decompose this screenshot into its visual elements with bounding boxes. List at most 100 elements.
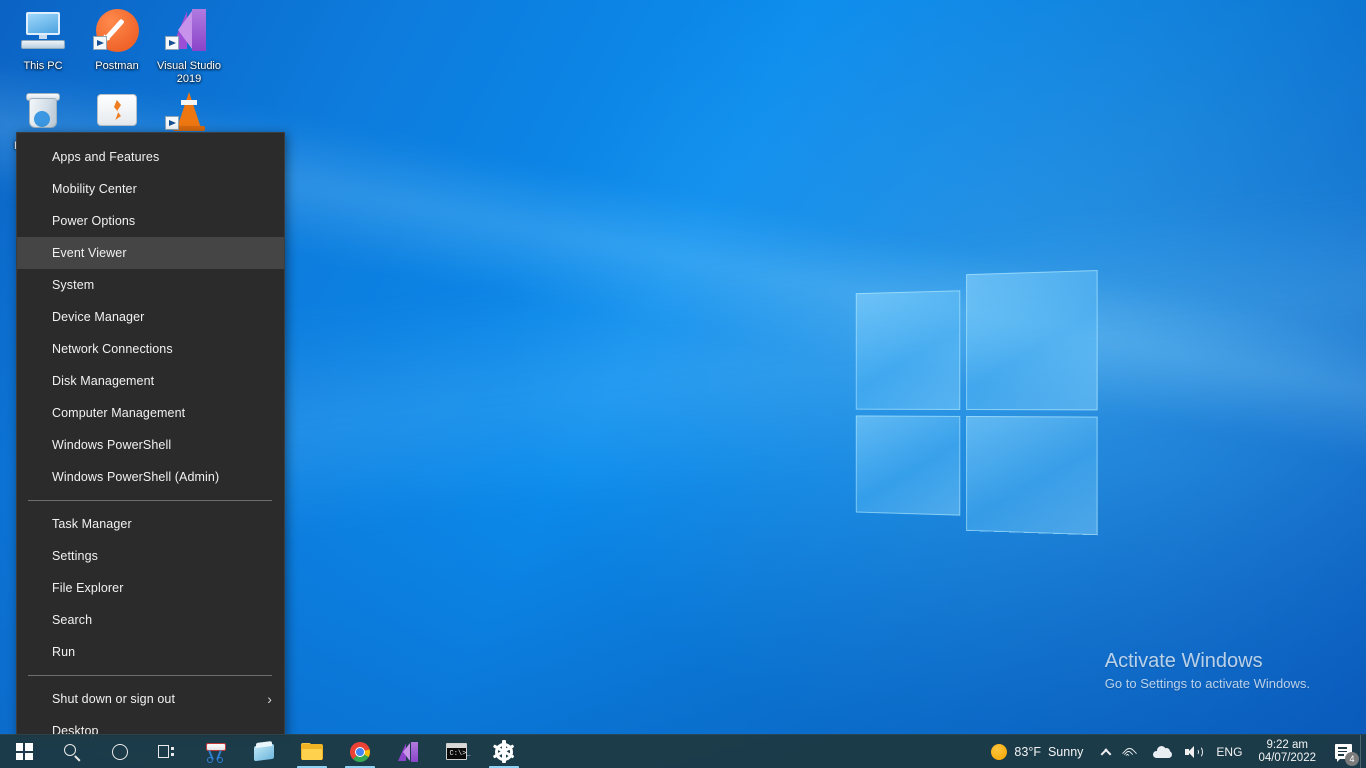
- snipping-tool-icon: [205, 742, 227, 763]
- menu-item-label: System: [52, 278, 95, 292]
- visual-studio-icon: [165, 8, 213, 56]
- command-prompt-icon: C:\>_: [445, 743, 471, 760]
- menu-item-label: Computer Management: [52, 406, 186, 420]
- menu-item-file-explorer[interactable]: File Explorer: [17, 572, 284, 604]
- menu-item-event-viewer[interactable]: Event Viewer: [17, 237, 284, 269]
- menu-item-label: Run: [52, 645, 76, 659]
- menu-item-label: Mobility Center: [52, 182, 137, 196]
- activate-windows-subtitle: Go to Settings to activate Windows.: [1104, 676, 1310, 691]
- desktop-icon-label: Visual Studio 2019: [156, 60, 221, 85]
- notification-badge: 4: [1345, 751, 1359, 766]
- weather-widget[interactable]: 83°F Sunny: [983, 735, 1093, 768]
- menu-item-label: Disk Management: [52, 374, 155, 388]
- menu-item-disk-management[interactable]: Disk Management: [17, 365, 284, 397]
- weather-temperature: 83°F: [1014, 744, 1041, 759]
- logo-pane-bottom-left: [855, 415, 961, 516]
- menu-item-device-manager[interactable]: Device Manager: [17, 301, 284, 333]
- menu-item-label: Device Manager: [52, 310, 145, 324]
- start-button[interactable]: [0, 735, 48, 768]
- settings-button[interactable]: [480, 735, 528, 768]
- clock[interactable]: 9:22 am 04/07/2022: [1248, 735, 1326, 768]
- language-indicator[interactable]: ENG: [1210, 735, 1248, 768]
- menu-item-windows-powershell[interactable]: Windows PowerShell: [17, 429, 284, 461]
- desktop-icon-label: Postman: [95, 60, 139, 72]
- microsoft-store-button[interactable]: [240, 735, 288, 768]
- menu-item-label: Windows PowerShell: [52, 438, 172, 452]
- menu-separator: [28, 675, 272, 676]
- volume-icon: [1184, 744, 1204, 760]
- menu-item-apps-and-features[interactable]: Apps and Features: [17, 141, 284, 173]
- desktop-icon-this-pc[interactable]: This PC: [6, 8, 80, 73]
- menu-item-system[interactable]: System: [17, 269, 284, 301]
- weather-condition: Sunny: [1047, 744, 1084, 759]
- clock-date: 04/07/2022: [1258, 751, 1316, 764]
- volume-button[interactable]: [1178, 735, 1210, 768]
- search-button[interactable]: [48, 735, 96, 768]
- menu-item-label: Event Viewer: [52, 246, 127, 260]
- desktop-icon-postman[interactable]: Postman: [80, 8, 154, 73]
- clock-time: 9:22 am: [1266, 738, 1308, 751]
- desktop-icon-label: This PC: [23, 60, 63, 72]
- menu-item-label: Settings: [52, 549, 98, 563]
- chrome-button[interactable]: [336, 735, 384, 768]
- logo-pane-top-right: [966, 270, 1098, 411]
- menu-item-label: Network Connections: [52, 342, 173, 356]
- visual-studio-button[interactable]: [384, 735, 432, 768]
- show-desktop-button[interactable]: [1360, 734, 1366, 768]
- menu-item-label: Windows PowerShell (Admin): [52, 470, 220, 484]
- notification-center-button[interactable]: 4: [1326, 735, 1360, 768]
- cortana-button[interactable]: [96, 735, 144, 768]
- menu-item-settings[interactable]: Settings: [17, 540, 284, 572]
- cortana-icon: [112, 743, 128, 760]
- menu-item-windows-powershell-admin[interactable]: Windows PowerShell (Admin): [17, 461, 284, 493]
- menu-item-computer-management[interactable]: Computer Management: [17, 397, 284, 429]
- activate-windows-title: Activate Windows: [1104, 650, 1263, 672]
- menu-item-label: Search: [52, 613, 93, 627]
- wallpaper-light-ray-bottom: [207, 147, 1366, 540]
- menu-item-search[interactable]: Search: [17, 604, 284, 636]
- menu-item-label: File Explorer: [52, 581, 124, 595]
- logo-pane-bottom-right: [966, 415, 1098, 536]
- menu-item-mobility-center[interactable]: Mobility Center: [17, 173, 284, 205]
- taskbar-pinned-area: C:\>_: [0, 735, 528, 768]
- desktop-icon-visual-studio[interactable]: Visual Studio 2019: [152, 8, 226, 86]
- command-prompt-text: C:\>_: [449, 750, 471, 758]
- chevron-up-icon: [1099, 746, 1111, 758]
- computer-icon: [19, 8, 67, 56]
- wifi-icon: [1122, 745, 1141, 761]
- taskbar[interactable]: C:\>_ 83°F Sunny ENG 9:22 am 04/07/2022 …: [0, 734, 1366, 768]
- vlc-icon: [165, 88, 213, 136]
- chrome-icon: [350, 741, 370, 762]
- menu-separator: [28, 500, 272, 501]
- search-icon: [63, 743, 81, 761]
- menu-item-task-manager[interactable]: Task Manager: [17, 508, 284, 540]
- file-explorer-button[interactable]: [288, 735, 336, 768]
- network-button[interactable]: [1117, 735, 1147, 768]
- visual-studio-icon: [398, 741, 418, 762]
- onedrive-icon: [1153, 745, 1173, 758]
- microsoft-store-icon: [254, 741, 274, 762]
- windows-hero-logo: [852, 264, 1100, 536]
- power-user-menu[interactable]: Apps and Features Mobility Center Power …: [16, 132, 285, 738]
- desktop[interactable]: This PC Postman Visual Studio 2019 Recyc…: [0, 0, 1366, 768]
- java-icon: [93, 88, 141, 136]
- windows-logo-icon: [15, 743, 33, 760]
- menu-item-shut-down-or-sign-out[interactable]: Shut down or sign out ›: [17, 683, 284, 715]
- menu-item-network-connections[interactable]: Network Connections: [17, 333, 284, 365]
- chevron-right-icon: ›: [267, 691, 272, 707]
- sun-icon: [991, 743, 1008, 760]
- menu-item-label: Task Manager: [52, 517, 132, 531]
- onedrive-button[interactable]: [1147, 735, 1178, 768]
- menu-item-run[interactable]: Run: [17, 636, 284, 668]
- snipping-tool-button[interactable]: [192, 735, 240, 768]
- command-prompt-button[interactable]: C:\>_: [432, 735, 480, 768]
- menu-item-label: Apps and Features: [52, 150, 160, 164]
- task-view-button[interactable]: [144, 735, 192, 768]
- show-hidden-icons-button[interactable]: [1093, 735, 1117, 768]
- menu-item-power-options[interactable]: Power Options: [17, 205, 284, 237]
- recycle-bin-icon: [19, 88, 67, 136]
- file-explorer-icon: [301, 742, 323, 761]
- menu-item-label: Shut down or sign out: [52, 692, 176, 706]
- task-view-icon: [158, 744, 178, 760]
- activate-windows-watermark: Activate Windows Go to Settings to activ…: [1105, 648, 1310, 693]
